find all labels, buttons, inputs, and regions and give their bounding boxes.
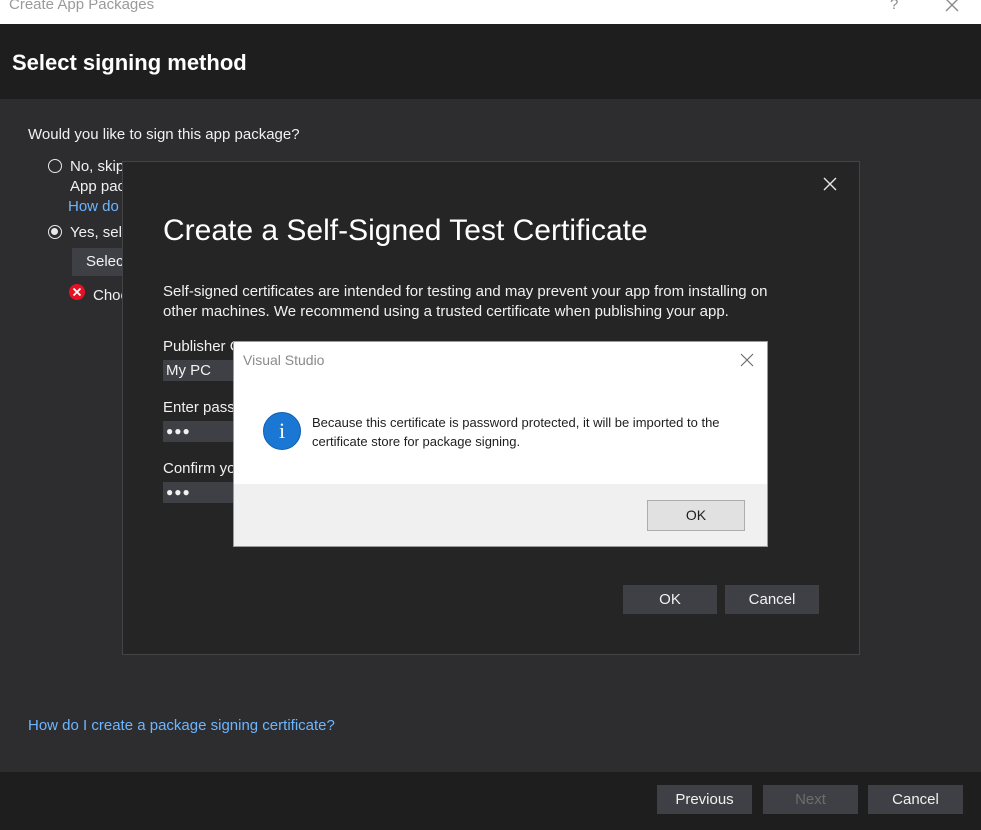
page-title: Select signing method [12,50,247,75]
option-no-sub: App pac [70,178,126,195]
dialog-close-icon[interactable] [821,175,839,193]
confirm-password-label: Confirm yo [163,460,236,477]
how-do-link[interactable]: How do [68,198,119,215]
dialog-title: Create a Self-Signed Test Certificate [163,214,648,247]
cancel-button[interactable]: Cancel [868,785,963,814]
radio-yes-select[interactable] [48,225,62,239]
sign-question: Would you like to sign this app package? [28,126,300,143]
page-header: Select signing method [0,24,981,99]
option-no-label[interactable]: No, skip [70,158,124,175]
help-icon[interactable]: ? [890,0,898,13]
create-certificate-link[interactable]: How do I create a package signing certif… [28,717,335,734]
close-icon[interactable] [942,0,962,15]
radio-no-skip[interactable] [48,159,62,173]
dialog-ok-button[interactable]: OK [623,585,717,614]
message-box-close-icon[interactable] [739,352,755,368]
message-ok-button[interactable]: OK [647,500,745,531]
dialog-description: Self-signed certificates are intended fo… [163,283,768,320]
message-box-title: Visual Studio [243,352,325,368]
error-icon [69,284,85,300]
window-title: Create App Packages [9,0,155,13]
message-text: Because this certificate is password pro… [312,415,720,449]
next-button[interactable]: Next [763,785,858,814]
message-box: Visual Studio i Because this certificate… [233,341,768,547]
dialog-cancel-button[interactable]: Cancel [725,585,819,614]
previous-button[interactable]: Previous [657,785,752,814]
publisher-label: Publisher C [163,338,241,355]
info-icon: i [263,412,301,450]
window-title-bar: Create App Packages ? [0,0,981,24]
